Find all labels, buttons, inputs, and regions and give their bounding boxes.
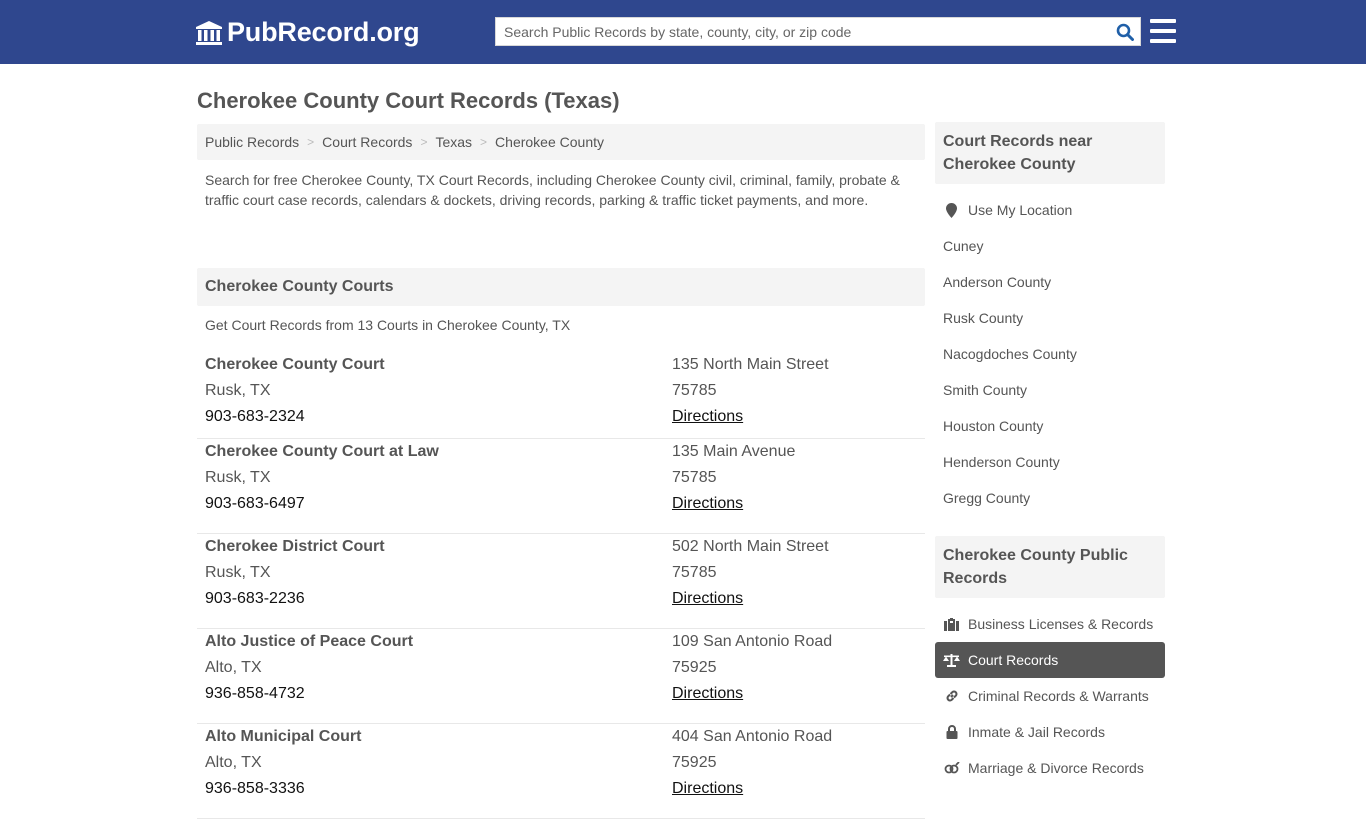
court-city: Alto, TX xyxy=(205,659,262,676)
sidebar-item-label: Inmate & Jail Records xyxy=(968,724,1105,740)
court-name: Alto Justice of Peace Court xyxy=(205,633,414,650)
nearby-link-henderson-county[interactable]: Henderson County xyxy=(935,444,1165,480)
nearby-link-nacogdoches-county[interactable]: Nacogdoches County xyxy=(935,336,1165,372)
sidebar-item-label: Marriage & Divorce Records xyxy=(968,760,1144,776)
search-input[interactable] xyxy=(496,18,1110,45)
link-icon xyxy=(943,689,960,703)
courthouse-icon xyxy=(196,20,222,45)
sidebar-item-court-records[interactable]: Court Records xyxy=(935,642,1165,678)
court-phone[interactable]: 936-858-3336 xyxy=(205,776,672,802)
court-city: Rusk, TX xyxy=(205,382,271,399)
nearby-heading: Court Records near Cherokee County xyxy=(935,122,1165,184)
directions-link[interactable]: Directions xyxy=(672,685,743,702)
directions-link[interactable]: Directions xyxy=(672,780,743,797)
sidebar: Court Records near Cherokee County Use M… xyxy=(935,122,1165,786)
court-list: Cherokee County Court Rusk, TX 903-683-2… xyxy=(197,352,925,819)
logo-text: PubRecord.org xyxy=(227,17,420,47)
court-item: Cherokee County Court at Law Rusk, TX 90… xyxy=(197,439,925,534)
use-my-location-label: Use My Location xyxy=(968,202,1073,218)
court-name: Cherokee County Court at Law xyxy=(205,443,439,460)
court-address: 135 North Main Street xyxy=(672,356,829,373)
court-address: 109 San Antonio Road xyxy=(672,633,833,650)
court-city: Alto, TX xyxy=(205,754,262,771)
sidebar-item-criminal-records[interactable]: Criminal Records & Warrants xyxy=(935,678,1165,714)
court-name: Cherokee District Court xyxy=(205,538,385,555)
nearby-list: Use My Location Cuney Anderson County Ru… xyxy=(935,184,1165,516)
site-header: PubRecord.org xyxy=(0,0,1366,64)
court-city: Rusk, TX xyxy=(205,564,271,581)
rings-icon xyxy=(943,762,960,774)
hamburger-menu-icon[interactable] xyxy=(1150,19,1176,43)
court-phone[interactable]: 936-858-4732 xyxy=(205,681,672,707)
nearby-link-smith-county[interactable]: Smith County xyxy=(935,372,1165,408)
use-my-location-button[interactable]: Use My Location xyxy=(935,192,1165,228)
directions-link[interactable]: Directions xyxy=(672,408,743,425)
search-icon xyxy=(1116,23,1134,41)
search-bar xyxy=(495,17,1141,46)
sidebar-item-inmate-records[interactable]: Inmate & Jail Records xyxy=(935,714,1165,750)
court-name: Alto Municipal Court xyxy=(205,728,362,745)
sidebar-item-marriage-divorce[interactable]: Marriage & Divorce Records xyxy=(935,750,1165,786)
nearby-link-gregg-county[interactable]: Gregg County xyxy=(935,480,1165,516)
page-title: Cherokee County Court Records (Texas) xyxy=(197,88,620,113)
sidebar-item-label: Business Licenses & Records xyxy=(968,616,1154,632)
court-item: Alto Municipal Court Alto, TX 936-858-33… xyxy=(197,724,925,819)
nearby-link-rusk-county[interactable]: Rusk County xyxy=(935,300,1165,336)
main-content: Public Records > Court Records > Texas >… xyxy=(197,124,925,819)
court-name: Cherokee County Court xyxy=(205,356,385,373)
court-address: 135 Main Avenue xyxy=(672,443,796,460)
directions-link[interactable]: Directions xyxy=(672,495,743,512)
site-logo[interactable]: PubRecord.org xyxy=(195,17,420,48)
map-marker-icon xyxy=(943,202,960,218)
briefcase-icon xyxy=(943,617,960,631)
scale-icon xyxy=(943,653,960,667)
court-item: Cherokee County Court Rusk, TX 903-683-2… xyxy=(197,352,925,439)
directions-link[interactable]: Directions xyxy=(672,590,743,607)
sidebar-item-label: Court Records xyxy=(968,652,1059,668)
search-button[interactable] xyxy=(1110,18,1140,45)
intro-text: Search for free Cherokee County, TX Cour… xyxy=(205,172,900,208)
sidebar-item-business-licenses[interactable]: Business Licenses & Records xyxy=(935,606,1165,642)
court-zip: 75785 xyxy=(672,469,717,486)
court-phone[interactable]: 903-683-2324 xyxy=(205,404,672,430)
sidebar-item-label: Criminal Records & Warrants xyxy=(968,688,1149,704)
court-phone[interactable]: 903-683-2236 xyxy=(205,586,672,612)
court-zip: 75925 xyxy=(672,754,717,771)
court-item: Cherokee District Court Rusk, TX 903-683… xyxy=(197,534,925,629)
nearby-link-anderson-county[interactable]: Anderson County xyxy=(935,264,1165,300)
court-phone[interactable]: 903-683-6497 xyxy=(205,491,672,517)
nearby-link-cuney[interactable]: Cuney xyxy=(935,228,1165,264)
court-zip: 75785 xyxy=(672,382,717,399)
court-city: Rusk, TX xyxy=(205,469,271,486)
public-records-heading: Cherokee County Public Records xyxy=(935,536,1165,598)
public-records-list: Business Licenses & Records Court Record… xyxy=(935,598,1165,786)
court-zip: 75925 xyxy=(672,659,717,676)
nearby-link-houston-county[interactable]: Houston County xyxy=(935,408,1165,444)
lock-icon xyxy=(943,725,960,739)
court-item: Alto Justice of Peace Court Alto, TX 936… xyxy=(197,629,925,724)
courts-section-heading: Cherokee County Courts xyxy=(197,268,925,306)
court-address: 502 North Main Street xyxy=(672,538,829,555)
courts-count-text: Get Court Records from 13 Courts in Cher… xyxy=(205,317,571,333)
court-address: 404 San Antonio Road xyxy=(672,728,833,745)
court-zip: 75785 xyxy=(672,564,717,581)
